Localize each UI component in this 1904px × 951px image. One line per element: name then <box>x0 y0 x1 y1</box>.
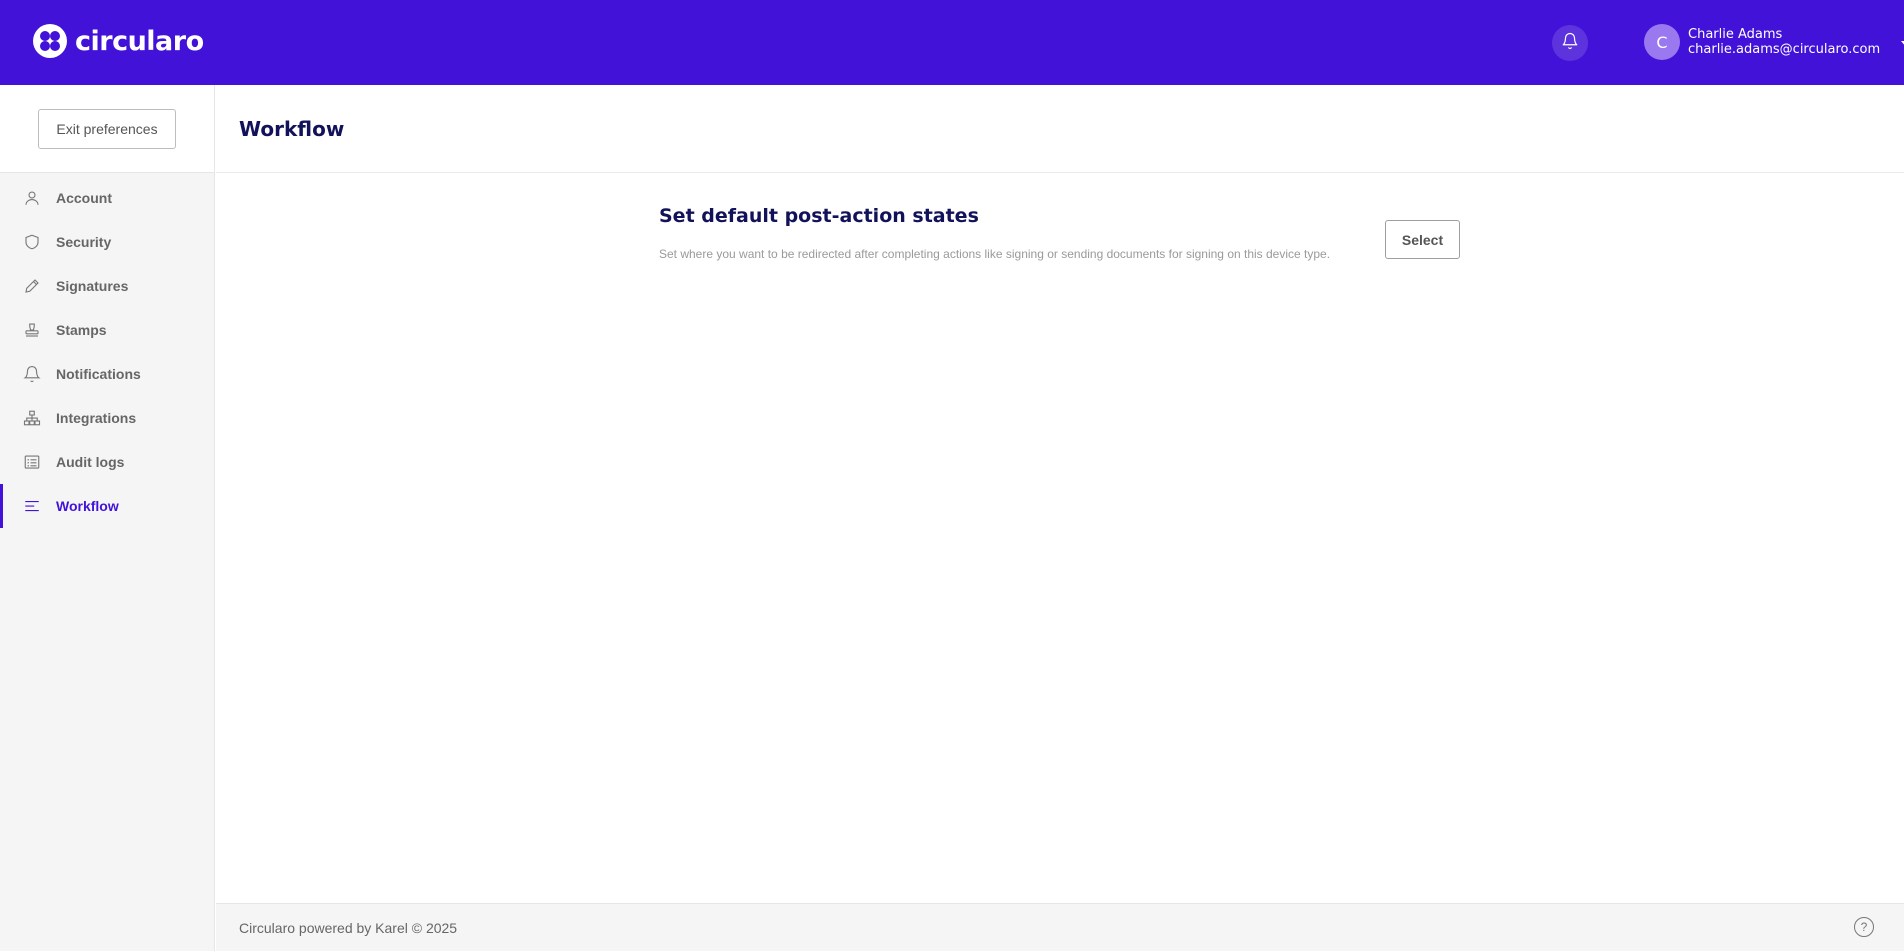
stamp-icon <box>22 320 42 340</box>
sidebar-item-label: Audit logs <box>56 454 125 470</box>
sidebar-item-label: Stamps <box>56 322 107 338</box>
top-bar: circularo C Charlie Adams charlie.adams@… <box>0 0 1904 85</box>
pen-icon <box>22 276 42 296</box>
avatar: C <box>1644 24 1680 60</box>
user-name: Charlie Adams <box>1688 27 1783 42</box>
brand-logo[interactable]: circularo <box>33 24 204 58</box>
user-email: charlie.adams@circularo.com <box>1688 42 1881 57</box>
caret-down-icon <box>1900 33 1904 52</box>
sidebar-item-account[interactable]: Account <box>0 176 214 220</box>
list-icon <box>22 452 42 472</box>
section-description: Set where you want to be redirected afte… <box>659 247 1331 261</box>
sidebar-item-notifications[interactable]: Notifications <box>0 352 214 396</box>
shield-icon <box>22 232 42 252</box>
post-action-section: Set default post-action states Set where… <box>659 205 1479 261</box>
sidebar-nav: Account Security Signatures Stamps Notif… <box>0 173 214 528</box>
select-button[interactable]: Select <box>1385 220 1460 259</box>
sitemap-icon <box>22 408 42 428</box>
sidebar-item-label: Account <box>56 190 112 206</box>
bell-icon <box>22 364 42 384</box>
page-header: Workflow <box>216 85 1904 173</box>
sidebar-item-integrations[interactable]: Integrations <box>0 396 214 440</box>
section-title: Set default post-action states <box>659 205 979 227</box>
exit-preferences-button[interactable]: Exit preferences <box>38 108 176 149</box>
sidebar-item-label: Integrations <box>56 410 137 426</box>
footer-text: Circularo powered by Karel © 2025 <box>239 919 458 936</box>
sidebar-item-signatures[interactable]: Signatures <box>0 264 214 308</box>
sidebar-item-workflow[interactable]: Workflow <box>0 484 214 528</box>
brand-name: circularo <box>75 25 204 57</box>
sidebar-item-security[interactable]: Security <box>0 220 214 264</box>
footer: Circularo powered by Karel © 2025 ? <box>216 903 1904 951</box>
user-menu[interactable]: C Charlie Adams charlie.adams@circularo.… <box>1644 24 1904 60</box>
sidebar-item-audit-logs[interactable]: Audit logs <box>0 440 214 484</box>
sidebar-item-label: Notifications <box>56 366 141 382</box>
logo-icon <box>33 24 67 58</box>
main-content: Workflow Set default post-action states … <box>216 85 1904 903</box>
lines-icon <box>22 496 42 516</box>
sidebar-item-label: Signatures <box>56 278 129 294</box>
bell-icon <box>1561 32 1579 54</box>
page-title: Workflow <box>239 116 345 141</box>
sidebar-item-stamps[interactable]: Stamps <box>0 308 214 352</box>
user-icon <box>22 188 42 208</box>
sidebar-item-label: Workflow <box>56 498 119 514</box>
notifications-button[interactable] <box>1552 25 1588 61</box>
sidebar: Exit preferences Account Security Signat… <box>0 85 215 951</box>
sidebar-item-label: Security <box>56 234 112 250</box>
help-icon[interactable]: ? <box>1854 917 1874 937</box>
